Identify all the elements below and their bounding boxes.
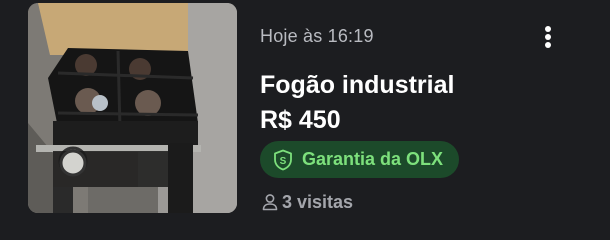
listing-title[interactable]: Fogão industrial — [260, 71, 454, 100]
olx-guarantee-badge: S Garantia da OLX — [260, 141, 459, 178]
listing-timestamp: Hoje às 16:19 — [260, 26, 374, 46]
shield-icon: S — [273, 149, 293, 171]
guarantee-label: Garantia da OLX — [302, 149, 444, 169]
kebab-menu-icon — [545, 26, 551, 48]
stove-photo-illustration — [28, 3, 237, 213]
svg-text:S: S — [280, 156, 287, 167]
listing-photo[interactable] — [28, 3, 237, 213]
listing-card[interactable]: Hoje às 16:19 Fogão industrial R$ 450 S … — [0, 0, 610, 240]
more-options-button[interactable] — [534, 22, 562, 52]
visit-count-label: 3 visitas — [282, 191, 354, 212]
listing-price: R$ 450 — [260, 106, 341, 134]
visit-count: 3 visitas — [262, 190, 353, 214]
user-icon — [262, 193, 278, 211]
